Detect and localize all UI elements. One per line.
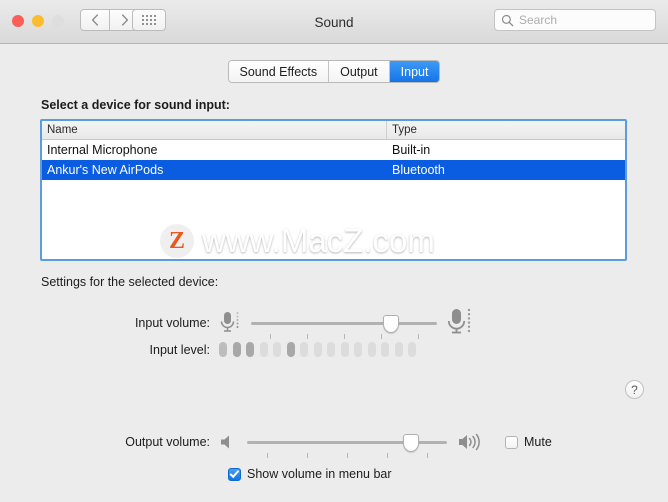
column-header-name[interactable]: Name xyxy=(42,121,387,139)
mute-label: Mute xyxy=(524,435,552,449)
level-segment xyxy=(367,342,376,357)
input-level-meter xyxy=(219,342,416,357)
level-segment xyxy=(381,342,389,357)
input-level-row: Input level: xyxy=(0,342,668,357)
device-type: Built-in xyxy=(392,143,431,157)
level-segment xyxy=(259,342,268,357)
output-volume-row: Output volume: Mute xyxy=(0,432,668,458)
show-volume-menubar-checkbox[interactable] xyxy=(228,467,241,481)
output-volume-ticks xyxy=(247,453,447,459)
slider-tick xyxy=(269,334,271,339)
search-placeholder: Search xyxy=(519,13,558,27)
search-field[interactable]: Search xyxy=(494,9,656,31)
level-segment xyxy=(300,342,308,357)
select-device-heading: Select a device for sound input: xyxy=(41,98,230,112)
slider-tick xyxy=(267,453,268,458)
output-volume-thumb[interactable] xyxy=(403,434,419,452)
microphone-small-icon xyxy=(220,312,239,332)
help-button[interactable]: ? xyxy=(625,380,644,399)
level-segment xyxy=(354,342,362,357)
table-row[interactable]: Internal Microphone Built-in xyxy=(42,140,625,160)
level-segment xyxy=(313,342,322,357)
input-volume-track xyxy=(251,322,437,325)
show-volume-menubar-label: Show volume in menu bar xyxy=(247,467,392,481)
speaker-muted-icon xyxy=(221,435,229,449)
device-list-header: Name Type xyxy=(42,121,625,140)
slider-tick xyxy=(307,453,308,458)
input-level-label: Input level: xyxy=(149,342,210,357)
level-segment xyxy=(394,342,403,357)
input-volume-thumb[interactable] xyxy=(382,315,399,333)
sound-preferences-window: Sound Search Sound Effects Output Input … xyxy=(0,0,668,502)
slider-tick xyxy=(427,453,428,458)
table-row[interactable]: Ankur's New AirPods Bluetooth xyxy=(42,160,625,180)
level-segment xyxy=(340,342,349,357)
mute-control[interactable]: Mute xyxy=(505,435,552,449)
output-volume-slider[interactable] xyxy=(247,432,447,458)
settings-heading: Settings for the selected device: xyxy=(41,275,219,289)
tab-sound-effects[interactable]: Sound Effects xyxy=(228,61,330,82)
title-bar: Sound Search xyxy=(0,0,668,44)
input-volume-row: Input volume: xyxy=(0,306,668,340)
tab-bar: Sound Effects Output Input xyxy=(0,60,668,83)
speaker-loud-icon xyxy=(459,433,480,451)
input-volume-ticks xyxy=(251,334,437,340)
microphone-large-icon xyxy=(447,308,471,334)
level-segment xyxy=(232,342,241,357)
device-list[interactable]: Name Type Internal Microphone Built-in A… xyxy=(40,119,627,261)
level-segment xyxy=(273,342,281,357)
level-segment xyxy=(408,342,416,357)
slider-tick xyxy=(347,453,348,458)
column-header-type[interactable]: Type xyxy=(387,121,625,139)
tab-output[interactable]: Output xyxy=(329,61,390,82)
mute-checkbox[interactable] xyxy=(505,435,518,449)
level-segment xyxy=(327,342,335,357)
output-volume-label: Output volume: xyxy=(125,435,210,449)
show-volume-menubar-row: Show volume in menu bar xyxy=(0,467,668,481)
device-type: Bluetooth xyxy=(392,163,445,177)
level-segment xyxy=(286,342,295,357)
slider-tick xyxy=(418,334,420,339)
search-icon xyxy=(501,14,514,26)
input-volume-slider[interactable] xyxy=(251,313,437,339)
tab-group: Sound Effects Output Input xyxy=(227,60,441,83)
level-segment xyxy=(246,342,254,357)
level-segment xyxy=(219,342,227,357)
input-volume-label: Input volume: xyxy=(134,316,210,330)
device-name: Ankur's New AirPods xyxy=(47,163,164,177)
device-name: Internal Microphone xyxy=(47,143,158,157)
slider-tick xyxy=(344,334,345,339)
tab-input[interactable]: Input xyxy=(389,61,440,82)
slider-tick xyxy=(387,453,388,458)
slider-tick xyxy=(381,334,383,339)
slider-tick xyxy=(306,334,308,339)
